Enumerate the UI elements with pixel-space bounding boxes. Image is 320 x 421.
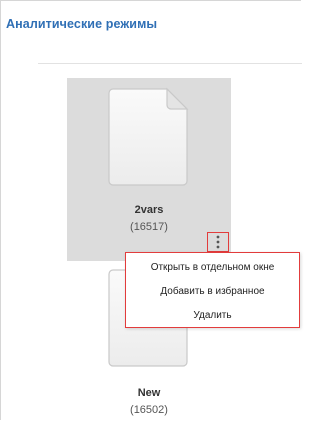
tile-name: 2vars: [134, 204, 164, 216]
divider: [38, 63, 302, 64]
context-menu: Открыть в отдельном окне Добавить в избр…: [125, 252, 300, 328]
document-icon: [108, 87, 189, 186]
menu-item-delete[interactable]: Удалить: [126, 310, 299, 321]
more-vertical-icon: [216, 235, 220, 249]
more-options-button[interactable]: [207, 232, 229, 252]
page-title: Аналитические режимы: [6, 17, 158, 31]
menu-item-add-favorites[interactable]: Добавить в избранное: [126, 286, 299, 297]
menu-item-open-new-window[interactable]: Открыть в отдельном окне: [126, 262, 299, 273]
